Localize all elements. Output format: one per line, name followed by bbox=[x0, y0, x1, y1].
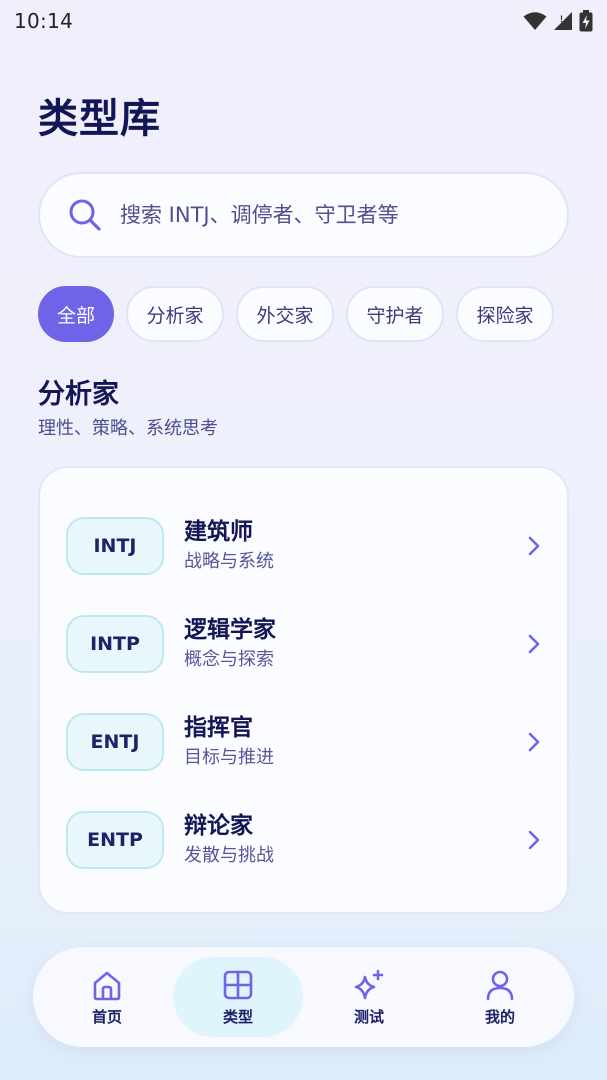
user-icon bbox=[486, 970, 514, 1000]
wifi-icon bbox=[523, 12, 547, 30]
type-name: 逻辑学家 bbox=[184, 617, 276, 643]
nav-label: 我的 bbox=[484, 1007, 515, 1026]
nav-label: 类型 bbox=[222, 1007, 253, 1026]
type-description: 战略与系统 bbox=[184, 551, 274, 572]
type-text: 辩论家 发散与挑战 bbox=[184, 811, 522, 869]
cellular-signal-icon: ! bbox=[554, 12, 572, 30]
search-box[interactable] bbox=[38, 172, 569, 258]
nav-item-test[interactable]: 测试 bbox=[304, 957, 434, 1037]
chevron-right-icon bbox=[528, 536, 540, 556]
type-code-badge: INTJ bbox=[66, 517, 164, 575]
type-text: 逻辑学家 概念与探索 bbox=[184, 615, 522, 673]
nav-label: 首页 bbox=[91, 1007, 122, 1026]
filter-chip-diplomats[interactable]: 外交家 bbox=[236, 286, 334, 342]
type-code-badge: ENTP bbox=[66, 811, 164, 869]
type-description: 概念与探索 bbox=[184, 649, 274, 670]
type-text: 建筑师 战略与系统 bbox=[184, 517, 522, 575]
filter-chip-all[interactable]: 全部 bbox=[38, 286, 114, 342]
type-code-badge: INTP bbox=[66, 615, 164, 673]
chevron-right-icon bbox=[528, 634, 540, 654]
type-row-intp[interactable]: INTP 逻辑学家 概念与探索 bbox=[66, 614, 546, 674]
bottom-nav: 首页 类型 测试 我的 bbox=[33, 947, 574, 1047]
section-title: 分析家 bbox=[38, 379, 119, 410]
status-bar: 10:14 ! bbox=[0, 0, 607, 42]
nav-item-profile[interactable]: 我的 bbox=[435, 957, 565, 1037]
type-row-entp[interactable]: ENTP 辩论家 发散与挑战 bbox=[66, 810, 546, 870]
nav-label: 测试 bbox=[353, 1007, 384, 1026]
nav-item-types[interactable]: 类型 bbox=[173, 957, 303, 1037]
filter-chip-sentinels[interactable]: 守护者 bbox=[346, 286, 444, 342]
type-description: 目标与推进 bbox=[184, 747, 274, 768]
chevron-right-icon bbox=[528, 732, 540, 752]
type-name: 建筑师 bbox=[184, 519, 253, 545]
chevron-right-icon bbox=[528, 830, 540, 850]
status-time: 10:14 bbox=[14, 9, 74, 33]
type-row-entj[interactable]: ENTJ 指挥官 目标与推进 bbox=[66, 712, 546, 772]
type-text: 指挥官 目标与推进 bbox=[184, 713, 522, 771]
section-subtitle: 理性、策略、系统思考 bbox=[38, 418, 218, 439]
svg-text:!: ! bbox=[560, 14, 563, 24]
type-description: 发散与挑战 bbox=[184, 845, 274, 866]
search-input[interactable] bbox=[120, 203, 540, 227]
page-title: 类型库 bbox=[38, 96, 161, 142]
filter-chips: 全部 分析家 外交家 守护者 探险家 bbox=[38, 286, 554, 342]
sparkle-icon bbox=[354, 969, 384, 999]
type-list-card: INTJ 建筑师 战略与系统 INTP 逻辑学家 概念与探索 ENTJ 指挥官 … bbox=[38, 466, 569, 914]
home-icon bbox=[93, 971, 121, 1000]
filter-chip-explorers[interactable]: 探险家 bbox=[456, 286, 554, 342]
type-row-intj[interactable]: INTJ 建筑师 战略与系统 bbox=[66, 516, 546, 576]
grid-icon bbox=[223, 970, 253, 999]
nav-item-home[interactable]: 首页 bbox=[42, 957, 172, 1037]
search-icon bbox=[69, 199, 101, 231]
type-name: 辩论家 bbox=[184, 813, 253, 839]
battery-charging-icon bbox=[579, 10, 593, 32]
type-name: 指挥官 bbox=[184, 715, 253, 741]
status-icons: ! bbox=[523, 10, 593, 32]
type-code-badge: ENTJ bbox=[66, 713, 164, 771]
filter-chip-analysts[interactable]: 分析家 bbox=[126, 286, 224, 342]
